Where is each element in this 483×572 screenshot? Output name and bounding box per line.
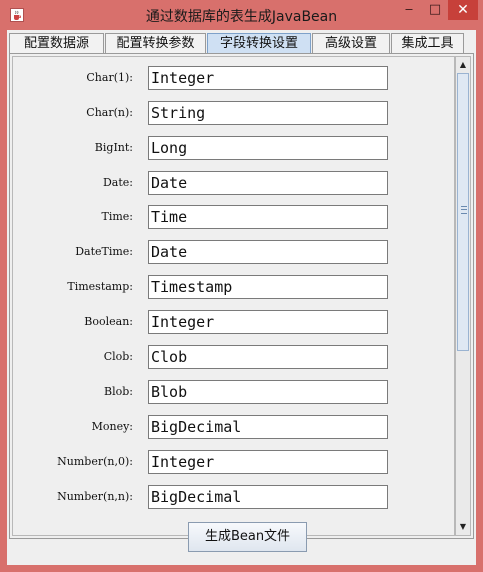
mapping-row: Number(n,n): BigDecimal — [13, 485, 454, 509]
mapping-label: Date: — [102, 176, 133, 189]
mapping-type-input[interactable]: Date — [148, 171, 388, 195]
tab-bar: 配置数据源 配置转换参数 字段转换设置 高级设置 集成工具 — [7, 30, 476, 54]
close-icon[interactable]: ✕ — [448, 0, 478, 20]
mapping-label: Clob: — [103, 350, 133, 363]
mapping-row: Boolean: Integer — [13, 310, 454, 334]
mapping-type-input[interactable]: Time — [148, 205, 388, 229]
tab-tools[interactable]: 集成工具 — [391, 33, 464, 53]
mapping-label: Time: — [101, 210, 133, 223]
grip-icon — [461, 206, 467, 214]
mapping-label: Timestamp: — [67, 280, 133, 293]
mapping-type-input[interactable]: Integer — [148, 66, 388, 90]
mapping-row: Timestamp: Timestamp — [13, 275, 454, 299]
title-bar[interactable]: 通过数据库的表生成JavaBean ‒ □ ✕ — [0, 0, 483, 30]
tab-datasource[interactable]: 配置数据源 — [9, 33, 104, 53]
vertical-scrollbar[interactable]: ▲ ▼ — [455, 56, 471, 536]
mapping-row: BigInt: Long — [13, 136, 454, 160]
mapping-type-input[interactable]: Clob — [148, 345, 388, 369]
mapping-type-input[interactable]: Integer — [148, 450, 388, 474]
scroll-up-icon[interactable]: ▲ — [456, 58, 470, 72]
generate-bean-button[interactable]: 生成Bean文件 — [188, 522, 307, 552]
window-content: 配置数据源 配置转换参数 字段转换设置 高级设置 集成工具 Char(1): In… — [7, 30, 476, 565]
scroll-down-icon[interactable]: ▼ — [456, 520, 470, 534]
mapping-list[interactable]: Char(1): Integer Char(n): String BigInt: Long… — [12, 56, 455, 536]
tab-advanced[interactable]: 高级设置 — [312, 33, 390, 53]
scroll-thumb[interactable] — [457, 73, 469, 351]
mapping-type-input[interactable]: Integer — [148, 310, 388, 334]
mapping-label: BigInt: — [94, 141, 133, 154]
mapping-row: Money: BigDecimal — [13, 415, 454, 439]
maximize-icon[interactable]: □ — [422, 0, 448, 20]
mapping-label: Char(1): — [86, 71, 133, 84]
mapping-type-input[interactable]: Long — [148, 136, 388, 160]
mapping-label: DateTime: — [75, 245, 133, 258]
mapping-row: DateTime: Date — [13, 240, 454, 264]
mapping-label: Number(n,n): — [57, 490, 133, 503]
mapping-type-input[interactable]: BigDecimal — [148, 485, 388, 509]
mapping-row: Clob: Clob — [13, 345, 454, 369]
tab-field-mapping[interactable]: 字段转换设置 — [207, 33, 311, 53]
mapping-type-input[interactable]: Blob — [148, 380, 388, 404]
minimize-icon[interactable]: ‒ — [396, 0, 422, 20]
mapping-type-input[interactable]: BigDecimal — [148, 415, 388, 439]
mapping-label: Boolean: — [84, 315, 133, 328]
mapping-row: Blob: Blob — [13, 380, 454, 404]
app-window: 通过数据库的表生成JavaBean ‒ □ ✕ 配置数据源 配置转换参数 字段转… — [0, 0, 483, 572]
mapping-type-input[interactable]: Date — [148, 240, 388, 264]
mapping-label: Money: — [91, 420, 133, 433]
mapping-row: Char(n): String — [13, 101, 454, 125]
mapping-row: Char(1): Integer — [13, 66, 454, 90]
mapping-label: Char(n): — [86, 106, 133, 119]
mapping-label: Blob: — [104, 385, 133, 398]
mapping-row: Date: Date — [13, 171, 454, 195]
mapping-type-input[interactable]: Timestamp — [148, 275, 388, 299]
mapping-label: Number(n,0): — [57, 455, 133, 468]
tab-conversion-params[interactable]: 配置转换参数 — [105, 33, 206, 53]
mapping-row: Time: Time — [13, 205, 454, 229]
mapping-type-input[interactable]: String — [148, 101, 388, 125]
mapping-row: Number(n,0): Integer — [13, 450, 454, 474]
